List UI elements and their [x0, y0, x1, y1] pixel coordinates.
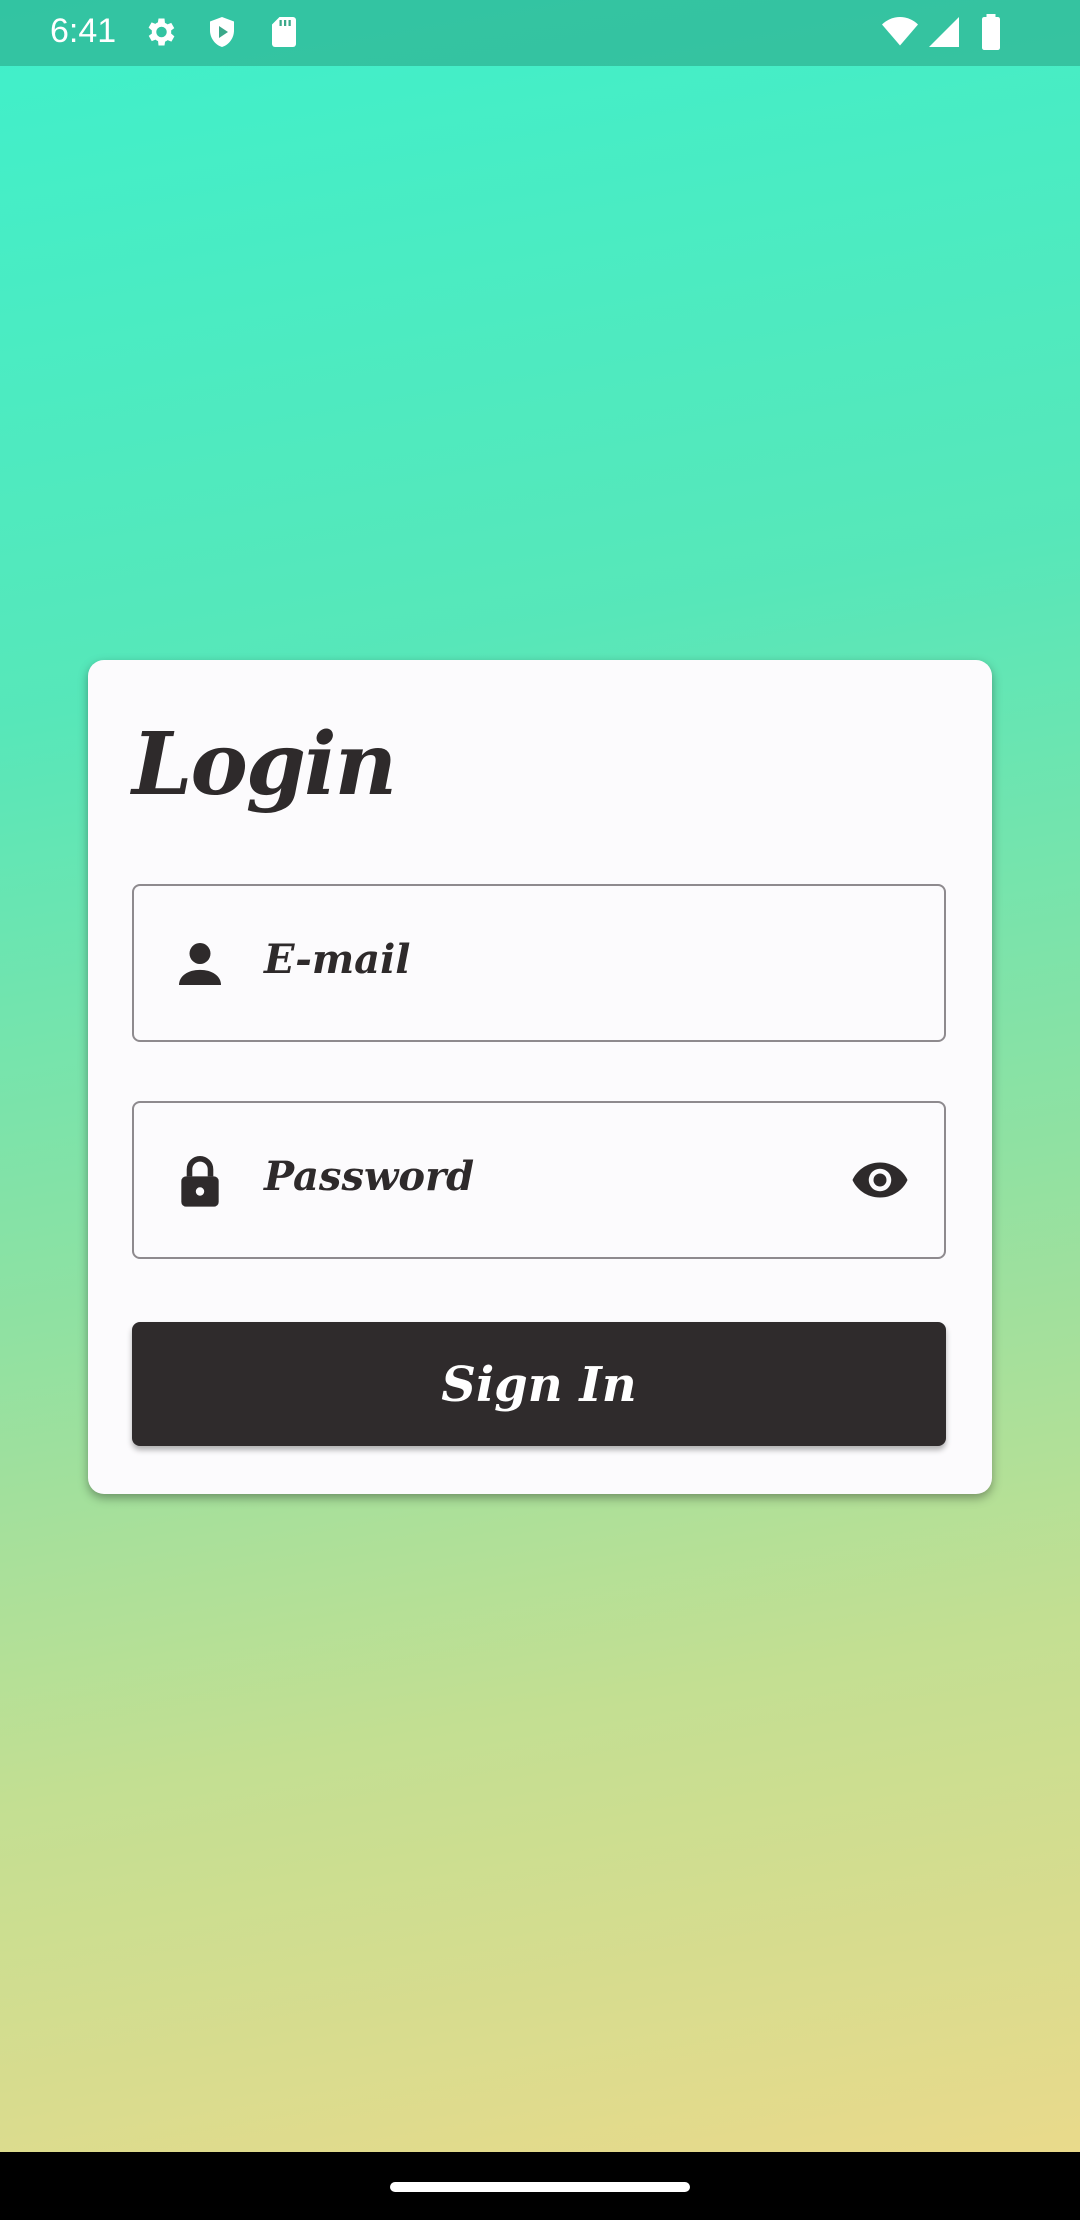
lock-icon	[181, 1156, 219, 1207]
home-handle[interactable]	[390, 2182, 690, 2192]
gear-icon	[148, 18, 175, 46]
play-shield-icon	[210, 17, 234, 47]
password-placeholder: Password	[264, 1153, 475, 1200]
navigation-bar	[0, 2152, 1080, 2220]
eye-icon[interactable]	[850, 1155, 910, 1205]
email-field[interactable]: E-mail	[132, 884, 946, 1042]
battery-icon	[982, 14, 1000, 50]
sd-card-icon	[272, 17, 296, 47]
wifi-icon	[882, 17, 918, 46]
page-title: Login	[132, 714, 397, 815]
login-card: Login E-mail Password Sign In	[88, 660, 992, 1494]
status-bar: 6:41	[0, 0, 1080, 66]
signal-icon	[929, 17, 959, 47]
email-placeholder: E-mail	[264, 936, 411, 983]
person-icon	[179, 943, 221, 985]
password-field[interactable]: Password	[132, 1101, 946, 1259]
sign-in-button[interactable]: Sign In	[132, 1322, 946, 1446]
status-time: 6:41	[50, 12, 117, 50]
